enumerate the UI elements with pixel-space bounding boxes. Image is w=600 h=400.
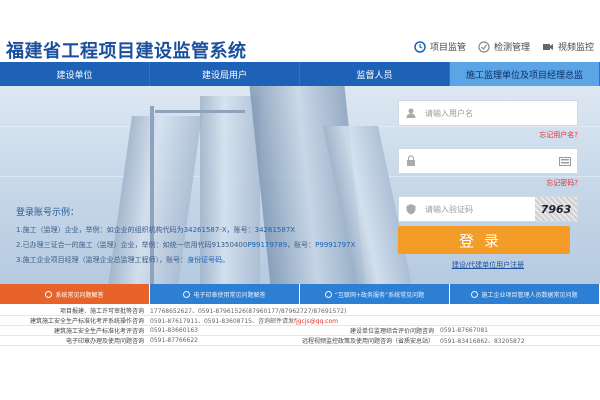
project-supervision-link[interactable]: 项目监管: [414, 40, 466, 53]
user-icon: [406, 108, 416, 118]
shield-icon: [406, 204, 416, 215]
username-input[interactable]: 请输入用户名: [398, 100, 578, 126]
lock-icon: [407, 155, 415, 166]
tab-label: 系统常见问题解答: [55, 291, 104, 299]
main-nav: 建设单位 建设局用户 监督人员 施工监理单位及项目经理总监: [0, 62, 600, 86]
tip-text: 1.施工（监理）企业，举例：如企业的组织机构代码为: [16, 226, 184, 234]
video-monitoring-link[interactable]: 视频监控: [542, 40, 594, 53]
login-panel: 请输入用户名 忘记用户名? 忘记密码? 请输入验证码 7963 登录 建设/代建…: [398, 100, 598, 290]
tip-text: 3.施工企业项目经理（监理企业总监理工程师），账号：: [16, 256, 188, 264]
tab-label: 施工企业项目管理人员数据常见问题: [481, 291, 578, 299]
video-monitoring-label: 视频监控: [557, 43, 594, 53]
header: 福建省工程项目建设监管系统 项目监管 检测管理 视频监控: [0, 0, 600, 62]
row-value: 0591-87766622: [150, 337, 198, 344]
captcha-image[interactable]: 7963: [535, 197, 577, 221]
row-label: 项目报建、施工许可审批等咨询: [59, 308, 144, 315]
register-link[interactable]: 建设/代建单位用户注册: [398, 260, 578, 270]
tip-text: ，账号：: [226, 226, 255, 234]
row-label: 远程视频监控政策及使用问题咨询（省质安总站）: [301, 338, 434, 345]
row-label: 电子印章办理及使用问题咨询: [65, 338, 144, 345]
crane-arm-image: [155, 110, 245, 113]
tip-text: ，账号：: [287, 241, 316, 249]
project-supervision-label: 项目监管: [429, 43, 466, 53]
nav-item-construction-unit[interactable]: 建设单位: [0, 62, 150, 86]
tips-title: 登录账号示例：: [16, 208, 80, 218]
captcha-placeholder: 请输入验证码: [425, 204, 473, 214]
top-links: 项目监管 检测管理 视频监控: [414, 40, 594, 53]
question-icon: [45, 290, 53, 298]
table-row: 建筑施工安全生产标准化考评咨询 0591-83660163 建设单位监理综合评价…: [0, 326, 600, 336]
tip-line-2: 2.已办理三证合一的施工（监理）企业，举例：如统一信用代码91350400P99…: [16, 238, 386, 253]
row-label: 建设单位监理综合评价问题咨询: [349, 328, 434, 335]
row-label: 建筑施工安全生产标准化考评系统操作咨询: [29, 318, 144, 325]
row-value: 0591-87667081: [440, 327, 488, 334]
tip-account: 身份证号码。: [187, 256, 230, 264]
password-input[interactable]: [398, 148, 578, 174]
tip-account: 34261587X: [254, 226, 296, 234]
keyboard-icon[interactable]: [559, 157, 571, 166]
seal-icon: [183, 290, 191, 298]
nav-item-contractor-manager[interactable]: 施工监理单位及项目经理总监: [450, 62, 600, 86]
email-link[interactable]: fjgcjs@qq.com: [294, 318, 338, 325]
inspection-management-label: 检测管理: [493, 43, 530, 53]
tip-line-1: 1.施工（监理）企业，举例：如企业的组织机构代码为34261587-X，账号：3…: [16, 223, 386, 238]
tip-code: 34261587-X: [183, 226, 227, 234]
login-tips: 登录账号示例： 1.施工（监理）企业，举例：如企业的组织机构代码为3426158…: [16, 206, 386, 268]
table-row: 建筑施工安全生产标准化考评系统操作咨询 0591-87617911、0591-8…: [0, 316, 600, 326]
captcha-input[interactable]: 请输入验证码 7963: [398, 196, 578, 222]
tab-internet-gov-faq[interactable]: “互联网+政务服务”系统常见问题: [300, 284, 450, 304]
row-value-text: 0591-87617911、0591-83608715、咨询邮件请发: [150, 318, 294, 325]
tab-project-staff-faq[interactable]: 施工企业项目管理人员数据常见问题: [450, 284, 600, 304]
check-circle-icon: [478, 40, 490, 53]
forgot-password-link[interactable]: 忘记密码?: [398, 178, 578, 188]
login-button[interactable]: 登录: [398, 226, 570, 254]
tip-code: P99179789: [247, 241, 288, 249]
tip-line-3: 3.施工企业项目经理（监理企业总监理工程师），账号：身份证号码。: [16, 253, 386, 268]
row-value: 17768652627、0591-87961526(87960177/87962…: [150, 308, 347, 315]
tip-account: P9991797X: [315, 241, 356, 249]
tip-text: 2.已办理三证合一的施工（监理）企业，举例：如统一信用代码91350400: [16, 241, 248, 249]
tab-label: “互联网+政务服务”系统常见问题: [334, 291, 425, 299]
row-label: 建筑施工安全生产标准化考评咨询: [53, 328, 144, 335]
contact-table: 项目报建、施工许可审批等咨询 17768652627、0591-87961526…: [0, 306, 600, 368]
page-title: 福建省工程项目建设监管系统: [6, 41, 247, 62]
table-row: 项目报建、施工许可审批等咨询 17768652627、0591-87961526…: [0, 306, 600, 316]
forgot-username-link[interactable]: 忘记用户名?: [398, 130, 578, 140]
globe-icon: [324, 290, 332, 298]
faq-tabs: 系统常见问题解答 电子印章使用常见问题解答 “互联网+政务服务”系统常见问题 施…: [0, 284, 600, 304]
row-value: 0591-87617911、0591-83608715、咨询邮件请发fjgcjs…: [150, 316, 338, 325]
nav-item-bureau-user[interactable]: 建设局用户: [150, 62, 300, 86]
tab-e-seal-faq[interactable]: 电子印章使用常见问题解答: [150, 284, 300, 304]
row-value: 0591-83660163: [150, 327, 198, 334]
inspection-management-link[interactable]: 检测管理: [478, 40, 530, 53]
clock-icon: [414, 40, 426, 53]
table-row: 电子印章办理及使用问题咨询 0591-87766622 远程视频监控政策及使用问…: [0, 336, 600, 346]
username-placeholder: 请输入用户名: [425, 108, 473, 118]
row-value: 0591-83416862、83205872: [440, 338, 525, 345]
tab-label: 电子印章使用常见问题解答: [193, 291, 266, 299]
nav-item-supervisor[interactable]: 监督人员: [300, 62, 450, 86]
document-icon: [471, 290, 479, 298]
tab-system-faq[interactable]: 系统常见问题解答: [0, 284, 150, 304]
camera-icon: [542, 43, 553, 50]
